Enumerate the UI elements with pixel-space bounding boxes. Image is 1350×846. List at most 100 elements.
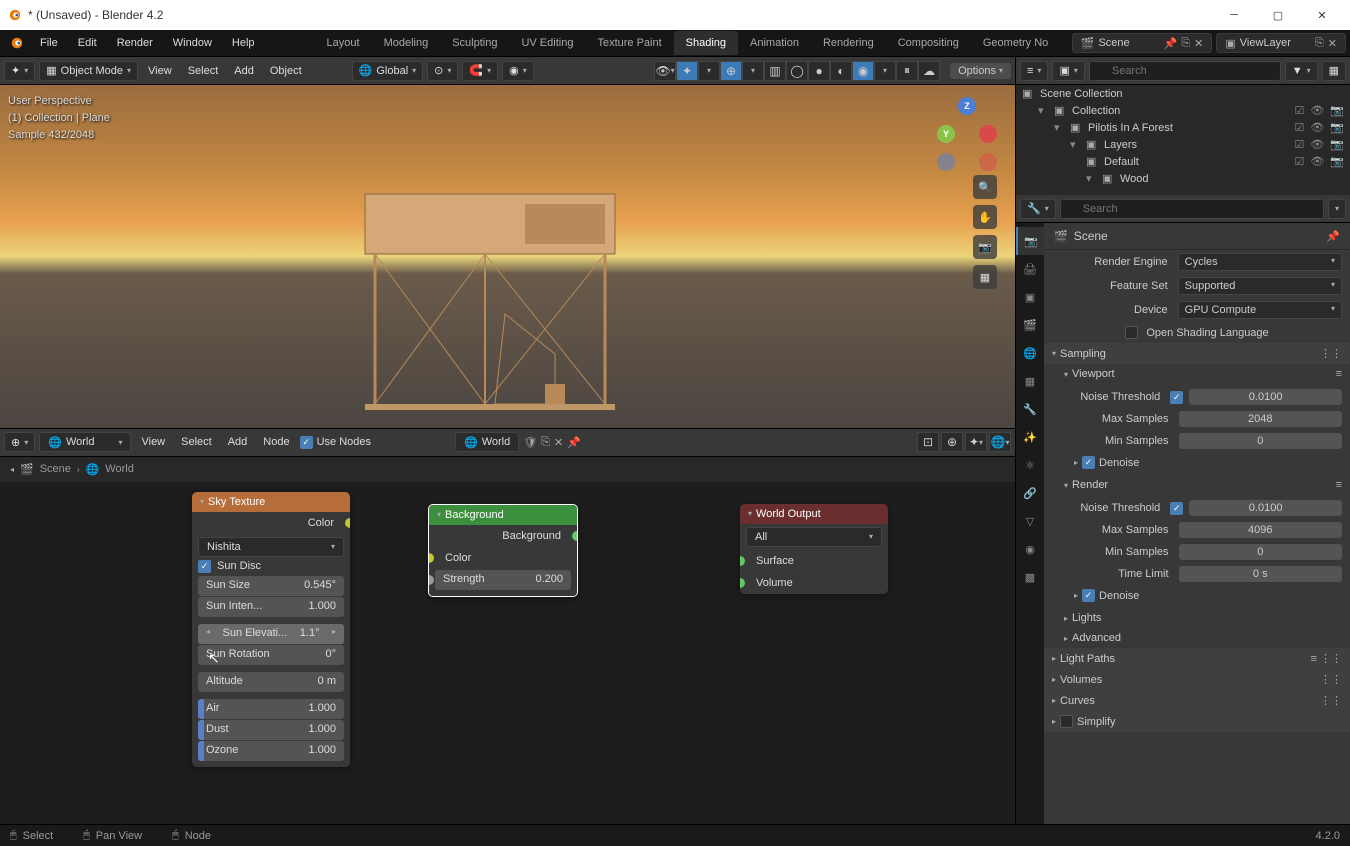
socket-color-in[interactable] — [428, 553, 434, 563]
mode-select[interactable]: ▦ Object Mode ▾ — [39, 61, 138, 81]
tab-render[interactable]: 📷 — [1016, 227, 1044, 255]
panel-curves[interactable]: ▸Curves⋮⋮ — [1044, 690, 1350, 711]
socket-strength-in[interactable] — [428, 575, 434, 585]
shading-menu[interactable]: ▾ — [874, 61, 896, 81]
visibility-toggle[interactable]: 👁▾ — [654, 61, 676, 81]
node-world-output[interactable]: ▾World Output All▾ Surface Volume — [740, 504, 888, 594]
panel-viewport[interactable]: ▾Viewport≡ — [1044, 364, 1350, 384]
ws-geonodes[interactable]: Geometry No — [971, 31, 1060, 55]
shading-matcap[interactable]: ◐ — [830, 61, 852, 81]
ne-menu-node[interactable]: Node — [257, 436, 295, 448]
sun-size-field[interactable]: Sun Size0.545° — [198, 576, 344, 596]
gizmo-menu[interactable]: ▾ — [698, 61, 720, 81]
tab-world[interactable]: 🌐 — [1016, 339, 1044, 367]
node-canvas[interactable]: ▾Sky Texture Color Nishita▾ ✓Sun Disc Su… — [0, 482, 1015, 825]
panel-lightpaths[interactable]: ▸Light Paths≡ ⋮⋮ — [1044, 648, 1350, 669]
ne-editor-type[interactable]: ⊕▾ — [4, 432, 35, 452]
outliner-collection[interactable]: ▾▣Collection☑👁📷 — [1016, 102, 1350, 119]
sun-elevation-field[interactable]: ◂Sun Elevati...1.1°▸ — [198, 624, 344, 644]
altitude-field[interactable]: Altitude0 m — [198, 672, 344, 692]
ne-backdrop[interactable]: 🌐▾ — [989, 432, 1011, 452]
tab-scene[interactable]: 🎬 — [1016, 311, 1044, 339]
vp-maxsamples-field[interactable]: 2048 — [1179, 411, 1342, 427]
ne-overlay-toggle[interactable]: ⊡ — [917, 432, 939, 452]
tab-constraints[interactable]: 🔗 — [1016, 479, 1044, 507]
sky-model-select[interactable]: Nishita▾ — [198, 537, 344, 557]
r-minsamples-field[interactable]: 0 — [1179, 544, 1342, 560]
scene-picker[interactable]: 🎬 Scene 📌 ⎘ ✕ — [1072, 33, 1213, 53]
dust-field[interactable]: Dust1.000 — [198, 720, 344, 740]
overlay-toggle[interactable]: ⊕ — [720, 61, 742, 81]
delete-viewlayer-icon[interactable]: ✕ — [1328, 37, 1337, 50]
outliner-type[interactable]: ≡▾ — [1020, 61, 1048, 81]
ne-menu-view[interactable]: View — [135, 436, 171, 448]
3d-viewport[interactable]: User Perspective (1) Collection | Plane … — [0, 85, 1015, 428]
overlay-menu[interactable]: ▾ — [742, 61, 764, 81]
new-viewlayer-icon[interactable]: ⎘ — [1315, 37, 1324, 50]
use-nodes-toggle[interactable]: ✓Use Nodes — [300, 436, 371, 449]
r-timelimit-field[interactable]: 0 s — [1179, 566, 1342, 582]
ne-menu-add[interactable]: Add — [222, 436, 254, 448]
panel-lights[interactable]: ▸Lights — [1044, 608, 1350, 628]
socket-surface-in[interactable] — [740, 556, 745, 566]
vp-minsamples-field[interactable]: 0 — [1179, 433, 1342, 449]
outliner-layers[interactable]: ▾▣Layers☑👁📷 — [1016, 136, 1350, 153]
r-noise-field[interactable]: 0.0100 — [1189, 500, 1342, 516]
vp-menu-view[interactable]: View — [142, 65, 178, 77]
tab-texture[interactable]: ▩ — [1016, 563, 1044, 591]
sun-intensity-field[interactable]: Sun Inten...1.000 — [198, 597, 344, 617]
fake-user-icon[interactable]: 🛡 — [523, 436, 537, 449]
panel-simplify[interactable]: ▸Simplify — [1044, 711, 1350, 732]
panel-vp-denoise[interactable]: ▸✓Denoise — [1044, 452, 1350, 473]
socket-volume-in[interactable] — [740, 578, 745, 588]
output-target-select[interactable]: All▾ — [746, 527, 882, 547]
menu-window[interactable]: Window — [163, 33, 222, 53]
ne-type-select[interactable]: 🌐 World ▾ — [39, 432, 131, 452]
osl-toggle[interactable]: Open Shading Language — [1044, 322, 1350, 343]
unlink-icon[interactable]: ✕ — [554, 436, 563, 449]
tab-particles[interactable]: ✨ — [1016, 423, 1044, 451]
shading-solid[interactable]: ● — [808, 61, 830, 81]
panel-volumes[interactable]: ▸Volumes⋮⋮ — [1044, 669, 1350, 690]
ne-snap[interactable]: ✦▾ — [965, 432, 987, 452]
outliner-search[interactable] — [1089, 61, 1281, 81]
outliner-pilotis[interactable]: ▾▣Pilotis In A Forest☑👁📷 — [1016, 119, 1350, 136]
ne-menu-select[interactable]: Select — [175, 436, 218, 448]
outliner-wood[interactable]: ▾▣Wood — [1016, 170, 1350, 187]
outliner-display-mode[interactable]: ▣▾ — [1052, 61, 1084, 81]
sun-disc-toggle[interactable]: ✓Sun Disc — [198, 560, 344, 573]
render-engine-select[interactable]: Cycles▾ — [1178, 253, 1342, 271]
outliner-default[interactable]: ▣Default☑👁📷 — [1016, 153, 1350, 170]
vp-menu-object[interactable]: Object — [264, 65, 308, 77]
ws-modeling[interactable]: Modeling — [372, 31, 441, 55]
cloud-icon[interactable]: ☁ — [918, 61, 940, 81]
panel-advanced[interactable]: ▸Advanced — [1044, 628, 1350, 648]
menu-file[interactable]: File — [30, 33, 68, 53]
menu-help[interactable]: Help — [222, 33, 265, 53]
tab-material[interactable]: ◉ — [1016, 535, 1044, 563]
outliner-filter[interactable]: ▼▾ — [1285, 61, 1318, 81]
options-popover[interactable]: Options ▾ — [950, 63, 1011, 79]
ozone-field[interactable]: Ozone1.000 — [198, 741, 344, 761]
tab-data[interactable]: ▽ — [1016, 507, 1044, 535]
device-select[interactable]: GPU Compute▾ — [1178, 301, 1342, 319]
properties-content[interactable]: 🎬Scene📌 Render EngineCycles▾ Feature Set… — [1044, 223, 1350, 824]
app-menu-icon[interactable] — [10, 36, 24, 50]
pivot-select[interactable]: ⊙▾ — [427, 61, 458, 81]
minimize-button[interactable]: ─ — [1214, 1, 1254, 29]
tab-object[interactable]: ▦ — [1016, 367, 1044, 395]
orientation-select[interactable]: 🌐 Global ▾ — [352, 61, 424, 81]
snap-toggle[interactable]: 🧲▾ — [462, 61, 498, 81]
socket-bg-out[interactable] — [572, 531, 578, 541]
ws-rendering[interactable]: Rendering — [811, 31, 886, 55]
nav-gizmo[interactable]: Z Y — [937, 97, 997, 157]
delete-scene-icon[interactable]: ✕ — [1194, 37, 1203, 50]
node-sky-texture[interactable]: ▾Sky Texture Color Nishita▾ ✓Sun Disc Su… — [192, 492, 350, 767]
vp-menu-select[interactable]: Select — [182, 65, 225, 77]
tab-output[interactable]: 🖨 — [1016, 255, 1044, 283]
strength-field[interactable]: Strength0.200 — [435, 570, 571, 590]
air-field[interactable]: Air1.000 — [198, 699, 344, 719]
feature-set-select[interactable]: Supported▾ — [1178, 277, 1342, 295]
ne-overlay-menu[interactable]: ⊕ — [941, 432, 963, 452]
ws-layout[interactable]: Layout — [315, 31, 372, 55]
